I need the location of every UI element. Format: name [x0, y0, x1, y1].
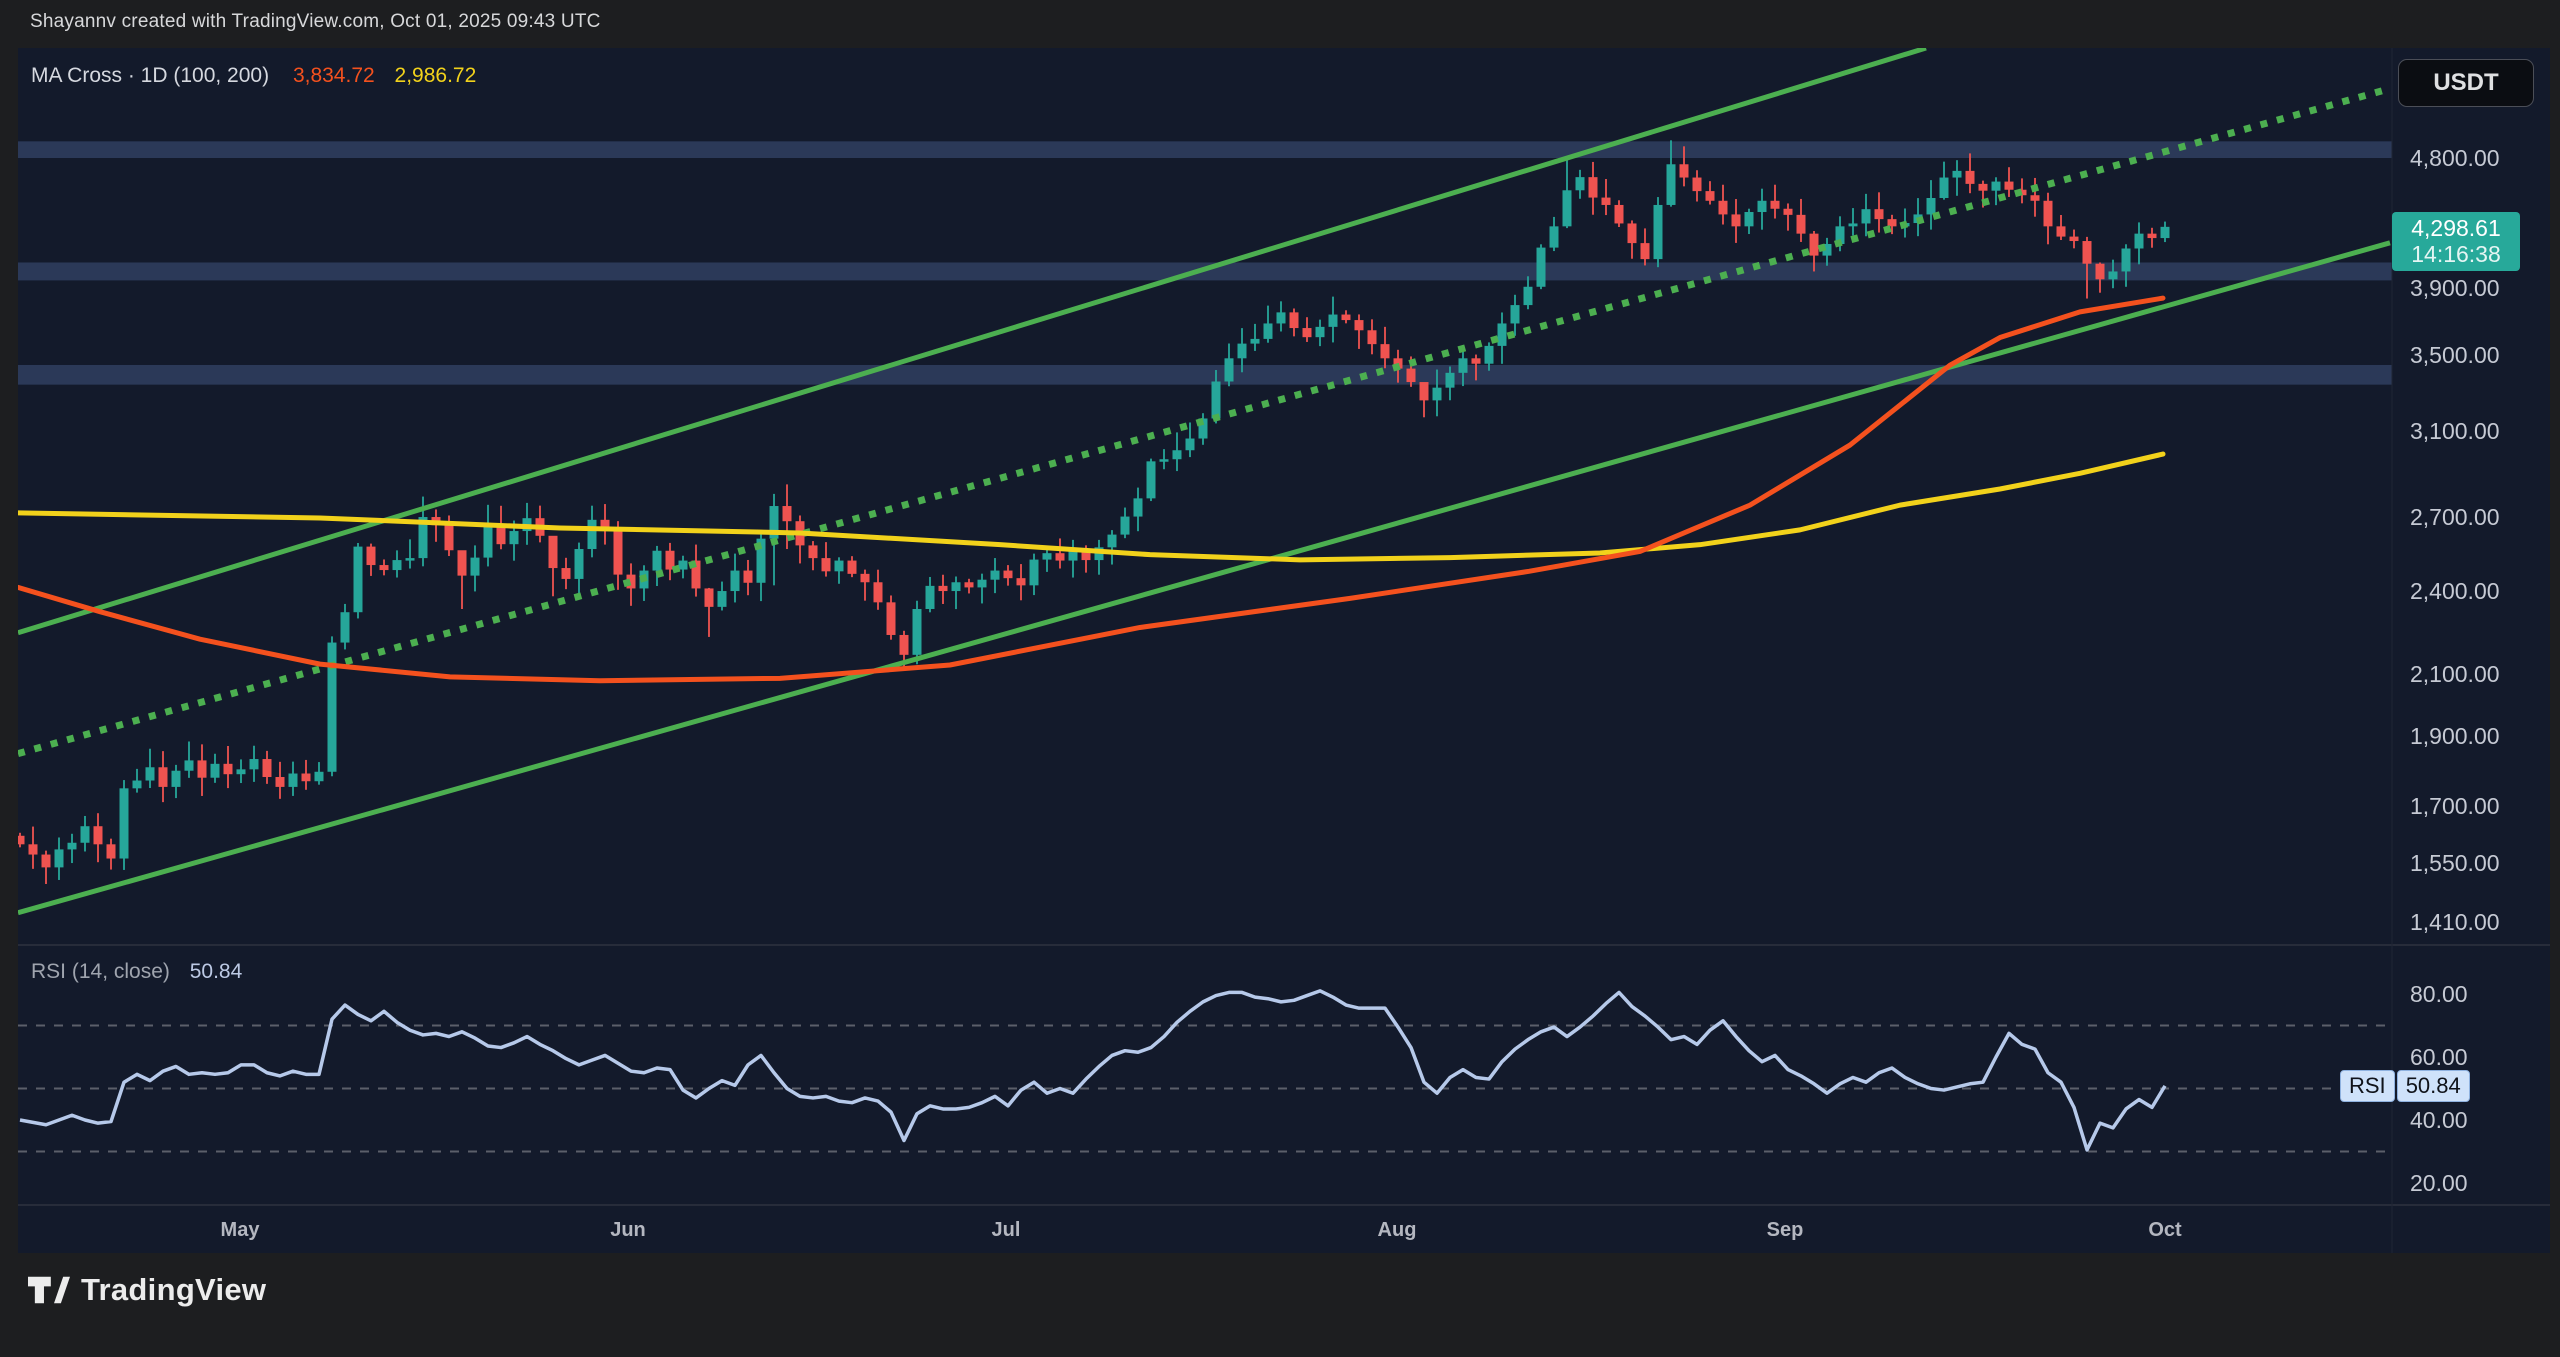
ma200-value: 2,986.72	[395, 64, 477, 87]
price-scale-label: 3,100.00	[2410, 418, 2540, 444]
time-axis-month: Oct	[2148, 1218, 2181, 1242]
time-axis-month: Aug	[1378, 1218, 1417, 1242]
rsi-scale-label: 60.00	[2410, 1044, 2540, 1070]
price-scale-label: 2,700.00	[2410, 504, 2540, 530]
attribution-text: Shayannv created with TradingView.com, O…	[30, 11, 601, 33]
last-price-value: 4,298.61	[2392, 215, 2520, 241]
time-axis-month: May	[221, 1218, 260, 1242]
indicator-legend[interactable]: MA Cross · 1D (100, 200) 3,834.72 2,986.…	[31, 64, 476, 88]
time-axis-month: Jun	[610, 1218, 646, 1242]
price-scale-label: 1,700.00	[2410, 793, 2540, 819]
bar-countdown: 14:16:38	[2392, 241, 2520, 267]
rsi-badge-label: RSI	[2340, 1070, 2395, 1102]
tradingview-logo-icon	[28, 1276, 70, 1305]
time-axis-month: Sep	[1767, 1218, 1804, 1242]
time-axis-month: Jul	[992, 1218, 1021, 1242]
rsi-scale-label: 80.00	[2410, 981, 2540, 1007]
last-price-badge: 4,298.61 14:16:38	[2392, 212, 2520, 271]
price-scale-label: 3,900.00	[2410, 275, 2540, 301]
rsi-scale-label: 40.00	[2410, 1107, 2540, 1133]
price-scale-label: 3,500.00	[2410, 342, 2540, 368]
indicator-title: MA Cross · 1D (100, 200)	[31, 64, 269, 87]
rsi-axis-badge: RSI 50.84	[2340, 1070, 2470, 1102]
price-scale-label: 2,400.00	[2410, 578, 2540, 604]
chart-panel[interactable]: MA Cross · 1D (100, 200) 3,834.72 2,986.…	[18, 48, 2550, 1253]
tradingview-logo[interactable]: TradingView	[28, 1272, 266, 1308]
price-scale-label: 1,900.00	[2410, 723, 2540, 749]
ma100-value: 3,834.72	[293, 64, 375, 87]
price-scale-label: 4,800.00	[2410, 145, 2540, 171]
rsi-current-value: 50.84	[190, 960, 243, 983]
price-scale-label: 1,410.00	[2410, 909, 2540, 935]
quote-currency-button[interactable]: USDT	[2398, 59, 2534, 107]
attribution-bar: Shayannv created with TradingView.com, O…	[0, 0, 2560, 48]
chart-canvas[interactable]	[18, 48, 2550, 1253]
rsi-indicator-title: RSI (14, close)	[31, 960, 170, 983]
tradingview-logo-text: TradingView	[81, 1272, 266, 1308]
tradingview-snapshot: Shayannv created with TradingView.com, O…	[0, 0, 2560, 1357]
rsi-indicator-legend[interactable]: RSI (14, close) 50.84	[31, 960, 242, 984]
price-scale-label: 2,100.00	[2410, 661, 2540, 687]
price-scale-label: 1,550.00	[2410, 850, 2540, 876]
rsi-badge-value: 50.84	[2397, 1070, 2470, 1102]
rsi-scale-label: 20.00	[2410, 1170, 2540, 1196]
